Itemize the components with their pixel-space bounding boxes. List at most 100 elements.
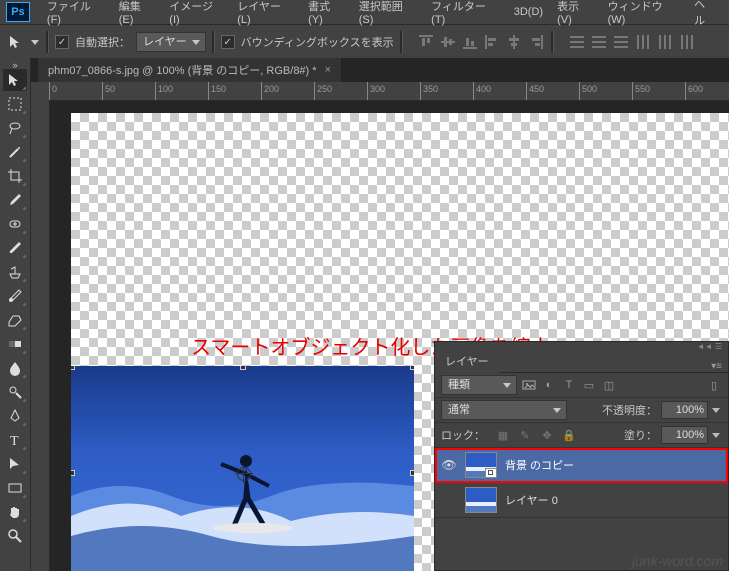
move-tool-indicator-icon [8, 34, 24, 50]
align-left-icon[interactable] [483, 33, 501, 51]
crop-tool[interactable] [3, 165, 27, 187]
tool-preset-dropdown[interactable] [30, 38, 40, 46]
ruler-tick: 400 [473, 82, 526, 100]
ruler-tick: 500 [579, 82, 632, 100]
smart-object-badge-icon [485, 468, 496, 477]
distribute-hcenter-icon[interactable] [656, 33, 674, 51]
ruler-horizontal[interactable]: 050100150200250300350400450500550600650 [49, 82, 729, 101]
menu-help[interactable]: ヘル [687, 0, 723, 28]
path-selection-tool[interactable] [3, 453, 27, 475]
align-vcenter-icon[interactable] [439, 33, 457, 51]
rectangle-tool[interactable] [3, 477, 27, 499]
ruler-tick: 450 [526, 82, 579, 100]
layer-thumbnail[interactable] [465, 487, 497, 513]
distribute-top-icon[interactable] [568, 33, 586, 51]
opacity-label: 不透明度： [602, 402, 657, 418]
filter-toggle-switch[interactable]: ▯ [706, 377, 722, 393]
type-tool[interactable]: T [3, 429, 27, 451]
align-right-icon[interactable] [527, 33, 545, 51]
pen-tool[interactable] [3, 405, 27, 427]
lock-position-icon[interactable]: ✥ [539, 427, 555, 443]
ruler-tick: 350 [420, 82, 473, 100]
dodge-tool[interactable] [3, 381, 27, 403]
fill-label: 塗り： [624, 427, 657, 443]
opacity-slider-icon[interactable] [712, 402, 722, 418]
auto-select-target-dropdown[interactable]: レイヤー [136, 32, 206, 52]
layers-panel: ◄◄ ☰ レイヤー ▾≡ 種類 ◐ T ▭ ◫ ▯ 通常 不透明度： 100% [434, 341, 729, 571]
blur-tool[interactable] [3, 357, 27, 379]
distribute-bottom-icon[interactable] [612, 33, 630, 51]
hand-tool[interactable] [3, 501, 27, 523]
align-hcenter-icon[interactable] [505, 33, 523, 51]
image-layer[interactable] [71, 366, 414, 571]
magic-wand-tool[interactable] [3, 141, 27, 163]
menu-view[interactable]: 表示(V) [550, 0, 601, 26]
fill-slider-icon[interactable] [712, 427, 722, 443]
layers-tab[interactable]: レイヤー [435, 350, 499, 373]
eraser-tool[interactable] [3, 309, 27, 331]
layer-row[interactable]: レイヤー 0 [435, 483, 728, 518]
bounding-box-checkbox[interactable] [221, 35, 235, 49]
ruler-tick: 200 [261, 82, 314, 100]
filter-shape-icon[interactable]: ▭ [581, 377, 597, 393]
history-brush-tool[interactable] [3, 285, 27, 307]
ruler-vertical[interactable] [31, 82, 50, 571]
clone-stamp-tool[interactable] [3, 261, 27, 283]
menu-type[interactable]: 書式(Y) [301, 0, 352, 26]
menu-image[interactable]: イメージ(I) [162, 0, 230, 26]
move-tool[interactable] [3, 69, 27, 91]
document-tab-bar: phm07_0866-s.jpg @ 100% (背景 のコピー, RGB/8#… [31, 58, 729, 82]
document-area: phm07_0866-s.jpg @ 100% (背景 のコピー, RGB/8#… [31, 58, 729, 571]
svg-text:T: T [10, 434, 19, 448]
workspace: T phm07_0866-s.jpg @ 100% (背景 のコピー, RGB/… [0, 58, 729, 571]
eyedropper-tool[interactable] [3, 189, 27, 211]
gradient-tool[interactable] [3, 333, 27, 355]
marquee-tool[interactable] [3, 93, 27, 115]
filter-smart-icon[interactable]: ◫ [601, 377, 617, 393]
menu-file[interactable]: ファイル(F) [40, 0, 112, 26]
menu-layer[interactable]: レイヤー(L) [230, 0, 301, 26]
filter-kind-dropdown[interactable]: 種類 [441, 375, 517, 395]
document-tab[interactable]: phm07_0866-s.jpg @ 100% (背景 のコピー, RGB/8#… [37, 58, 342, 82]
layer-list: 👁 背景 のコピーレイヤー 0 [435, 448, 728, 518]
distribute-right-icon[interactable] [678, 33, 696, 51]
panel-menu-icon[interactable]: ▾≡ [711, 361, 728, 372]
lasso-tool[interactable] [3, 117, 27, 139]
filter-adjustment-icon[interactable]: ◐ [541, 377, 557, 393]
layer-name-label[interactable]: 背景 のコピー [505, 457, 574, 473]
fill-value-field[interactable]: 100% [661, 426, 708, 444]
ruler-tick: 100 [155, 82, 208, 100]
filter-type-icon[interactable]: T [561, 377, 577, 393]
distribute-vcenter-icon[interactable] [590, 33, 608, 51]
layer-thumbnail[interactable] [465, 452, 497, 478]
layer-row[interactable]: 👁 背景 のコピー [435, 448, 728, 483]
align-top-icon[interactable] [417, 33, 435, 51]
auto-select-checkbox[interactable] [55, 35, 69, 49]
panel-tabs: レイヤー ▾≡ [435, 352, 728, 373]
align-bottom-icon[interactable] [461, 33, 479, 51]
lock-all-icon[interactable]: 🔒 [561, 427, 577, 443]
menu-filter[interactable]: フィルター(T) [424, 0, 507, 26]
filter-pixel-icon[interactable] [521, 377, 537, 393]
watermark-text: junk-word.com [632, 553, 723, 569]
menu-select[interactable]: 選択範囲(S) [352, 0, 424, 26]
distribute-left-icon[interactable] [634, 33, 652, 51]
toolbar-collapse-icon[interactable] [0, 60, 30, 68]
ruler-tick: 150 [208, 82, 261, 100]
lock-transparency-icon[interactable]: ▦ [495, 427, 511, 443]
blend-mode-dropdown[interactable]: 通常 [441, 400, 567, 420]
close-tab-icon[interactable]: × [325, 64, 331, 76]
brush-tool[interactable] [3, 237, 27, 259]
menu-3d[interactable]: 3D(D) [507, 6, 550, 18]
ruler-tick: 0 [49, 82, 102, 100]
layer-name-label[interactable]: レイヤー 0 [505, 492, 558, 508]
layer-visibility-icon[interactable] [441, 492, 457, 508]
align-buttons-group [417, 33, 545, 51]
healing-brush-tool[interactable] [3, 213, 27, 235]
menu-edit[interactable]: 編集(E) [112, 0, 163, 26]
menu-window[interactable]: ウィンドウ(W) [601, 0, 687, 26]
opacity-value-field[interactable]: 100% [661, 401, 708, 419]
layer-visibility-icon[interactable]: 👁 [441, 457, 457, 473]
lock-pixels-icon[interactable]: ✎ [517, 427, 533, 443]
zoom-tool[interactable] [3, 525, 27, 547]
